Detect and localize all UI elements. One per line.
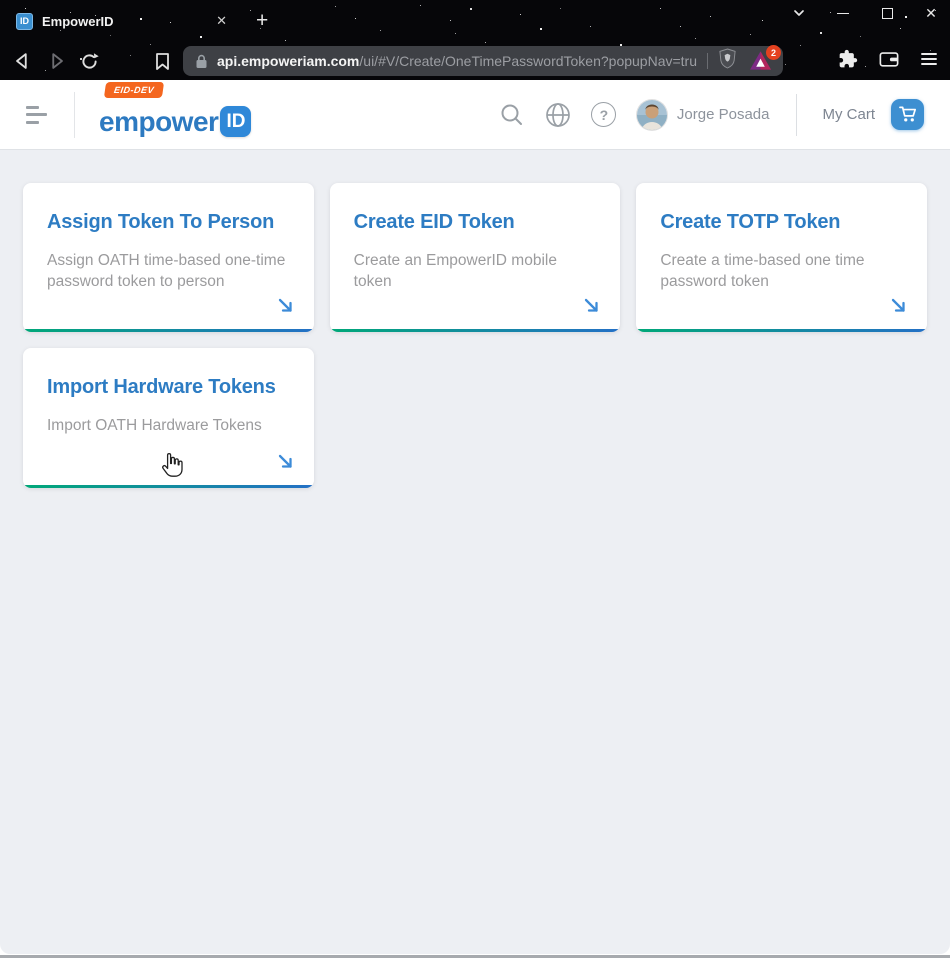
language-globe-icon[interactable] — [545, 102, 571, 128]
lock-icon — [195, 54, 208, 69]
url-divider — [707, 53, 708, 69]
card-accent-bar — [636, 329, 927, 332]
card-description: Create a time-based one time password to… — [660, 250, 901, 292]
card-title[interactable]: Create EID Token — [354, 211, 595, 234]
open-arrow-icon[interactable] — [277, 453, 294, 475]
empowerid-logo[interactable]: EID-DEV empower ID — [99, 92, 251, 137]
card-create-eid-token[interactable]: Create EID Token Create an EmpowerID mob… — [330, 183, 621, 332]
header-divider — [74, 92, 75, 138]
cart-icon — [899, 106, 917, 123]
user-name[interactable]: Jorge Posada — [677, 106, 770, 123]
card-title[interactable]: Create TOTP Token — [660, 211, 901, 234]
brave-shield-icon[interactable] — [718, 48, 737, 74]
card-create-totp-token[interactable]: Create TOTP Token Create a time-based on… — [636, 183, 927, 332]
reload-icon[interactable] — [76, 48, 102, 74]
rewards-badge: 2 — [766, 45, 781, 60]
url-path: /ui/#V/Create/OneTimePasswordToken?popup… — [359, 53, 697, 69]
tab-close-icon[interactable]: ✕ — [211, 11, 232, 31]
bookmark-icon[interactable] — [149, 48, 175, 74]
card-accent-bar — [23, 329, 314, 332]
url-domain: api.empoweriam.com — [217, 53, 359, 69]
tab-search-icon[interactable] — [790, 4, 808, 22]
app-header: EID-DEV empower ID ? Jorge Posada My Car… — [0, 80, 950, 150]
forward-icon[interactable] — [43, 48, 69, 74]
card-import-hardware-tokens[interactable]: Import Hardware Tokens Import OATH Hardw… — [23, 348, 314, 488]
main-content: Assign Token To Person Assign OATH time-… — [0, 150, 950, 954]
logo-brand-text: empower — [99, 107, 218, 137]
card-title[interactable]: Assign Token To Person — [47, 211, 288, 234]
tab-strip: ID EmpowerID ✕ + ✕ — [0, 0, 950, 42]
brave-rewards-icon[interactable]: 2 — [749, 50, 773, 72]
card-accent-bar — [330, 329, 621, 332]
browser-tab[interactable]: ID EmpowerID ✕ — [8, 4, 240, 38]
search-icon[interactable] — [499, 102, 525, 128]
browser-menu-icon[interactable] — [920, 51, 938, 72]
card-description: Import OATH Hardware Tokens — [47, 415, 288, 436]
maximize-button[interactable] — [878, 4, 896, 22]
open-arrow-icon[interactable] — [277, 297, 294, 319]
back-icon[interactable] — [10, 48, 36, 74]
cart-divider — [796, 94, 797, 136]
open-arrow-icon[interactable] — [583, 297, 600, 319]
sidebar-toggle-icon[interactable] — [26, 106, 48, 124]
browser-chrome: ID EmpowerID ✕ + ✕ api.empoweria — [0, 0, 950, 80]
empowerid-favicon-icon: ID — [16, 13, 33, 30]
card-assign-token-to-person[interactable]: Assign Token To Person Assign OATH time-… — [23, 183, 314, 332]
my-cart-label[interactable]: My Cart — [823, 106, 876, 123]
card-description: Assign OATH time-based one-time password… — [47, 250, 288, 292]
extensions-puzzle-icon[interactable] — [838, 49, 858, 74]
url-text: api.empoweriam.com/ui/#V/Create/OneTimeP… — [217, 53, 697, 69]
address-bar[interactable]: api.empoweriam.com/ui/#V/Create/OneTimeP… — [183, 46, 783, 76]
logo-id-chip: ID — [220, 106, 251, 137]
cart-button[interactable] — [891, 99, 924, 130]
help-icon[interactable]: ? — [591, 102, 617, 128]
browser-toolbar: api.empoweriam.com/ui/#V/Create/OneTimeP… — [0, 42, 950, 80]
environment-badge: EID-DEV — [104, 82, 164, 98]
wallet-icon[interactable] — [879, 50, 899, 73]
tab-title: EmpowerID — [42, 14, 211, 29]
card-title[interactable]: Import Hardware Tokens — [47, 376, 288, 399]
user-avatar[interactable] — [637, 100, 667, 130]
new-tab-button[interactable]: + — [256, 11, 268, 31]
open-arrow-icon[interactable] — [890, 297, 907, 319]
close-window-button[interactable]: ✕ — [922, 4, 940, 22]
card-accent-bar — [23, 485, 314, 488]
minimize-button[interactable] — [834, 4, 852, 22]
action-cards-grid: Assign Token To Person Assign OATH time-… — [23, 183, 927, 488]
card-description: Create an EmpowerID mobile token — [354, 250, 595, 292]
